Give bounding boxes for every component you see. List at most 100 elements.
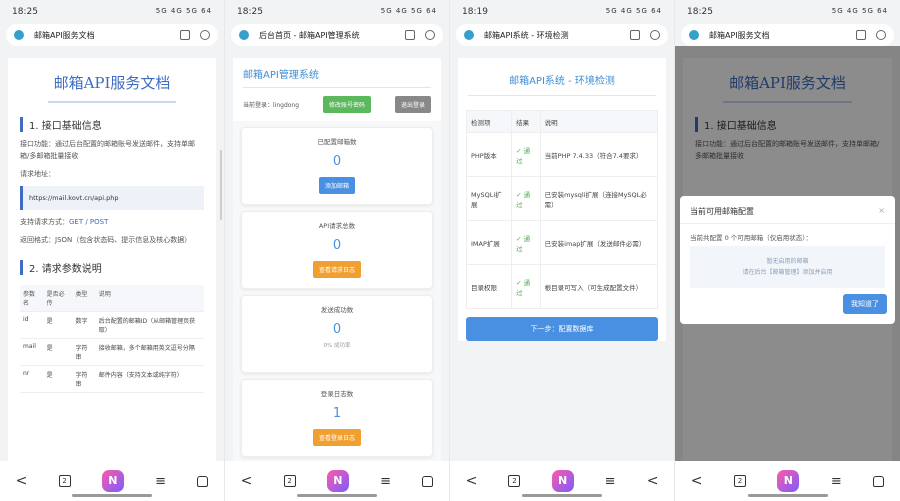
home-icon[interactable] [873, 475, 885, 487]
phone-panel-doc: 18:25 5G 4G 5G 64 邮箱API服务文档 邮箱API服务文档 1. … [0, 0, 224, 501]
phone-panel-env: 18:19 5G 4G 5G 64 邮箱API系统 - 环境检测 邮箱API系统 … [450, 0, 674, 501]
change-password-button[interactable]: 修改账号密码 [322, 96, 371, 113]
table-row: MySQLi扩展 ✓ 通过 已安装mysqli扩展（连接MySQL必需） [465, 176, 659, 221]
ai-assistant-icon[interactable]: N [777, 470, 800, 492]
stat-label: 登录日志数 [320, 390, 354, 398]
menu-icon[interactable]: ≡ [155, 474, 166, 489]
cell: 已安装imap扩展（发送邮件必需） [539, 220, 659, 265]
tabs-icon[interactable]: 2 [283, 475, 296, 487]
status-bar: 18:19 5G 4G 5G 64 [450, 0, 674, 24]
cell: 是 [43, 365, 73, 393]
stat-value: 0 [332, 154, 342, 169]
status-bar: 18:25 5G 4G 5G 64 [675, 0, 900, 24]
ai-assistant-icon[interactable]: N [326, 470, 349, 492]
back-icon[interactable]: < [647, 473, 659, 489]
ai-assistant-icon[interactable]: N [101, 470, 124, 492]
cell: id [20, 311, 44, 339]
admin-title: 邮箱API管理系统 [243, 66, 431, 88]
logout-button[interactable]: 退出登录 [394, 96, 431, 113]
menu-icon[interactable]: ≡ [380, 474, 391, 489]
next-step-button[interactable]: 下一步：配置数据库 [466, 317, 658, 341]
close-icon[interactable]: × [878, 206, 885, 215]
shield-icon [239, 30, 249, 40]
status-pass: ✓ 通过 [511, 132, 541, 177]
status-pass: ✓ 通过 [511, 220, 541, 265]
refresh-icon[interactable] [876, 30, 886, 40]
gesture-handle [522, 494, 602, 497]
status-pass: ✓ 通过 [511, 264, 541, 309]
menu-icon[interactable]: ≡ [605, 474, 616, 489]
status-time: 18:25 [237, 7, 263, 17]
view-request-log-button[interactable]: 查看请求日志 [312, 261, 361, 278]
cell: 后台配置的邮箱ID（从邮箱管理页获取） [95, 311, 204, 339]
address-bar[interactable]: 邮箱API服务文档 [6, 24, 218, 46]
back-icon[interactable]: < [691, 473, 703, 489]
stat-value: 0 [332, 238, 342, 253]
col-header: 检测项 [465, 110, 513, 133]
stat-label: API请求总数 [318, 222, 356, 230]
ai-assistant-icon[interactable]: N [551, 470, 574, 492]
col-header: 参数名 [20, 285, 44, 312]
col-header: 说明 [95, 285, 204, 312]
status-signal: 5G 4G 5G 64 [831, 7, 888, 15]
stat-card-success: 发送成功数 0 0% 成功率 [241, 295, 433, 373]
cell: 接收邮箱，多个邮箱用英文逗号分隔 [95, 338, 204, 366]
cell: 是 [43, 338, 73, 366]
refresh-icon[interactable] [425, 30, 435, 40]
add-mailbox-button[interactable]: 添加邮箱 [318, 177, 355, 194]
status-signal: 5G 4G 5G 64 [380, 7, 437, 15]
home-icon[interactable] [197, 475, 209, 487]
col-header: 结果 [511, 110, 541, 133]
back-icon[interactable]: < [466, 473, 478, 489]
address-bar[interactable]: 后台首页 - 邮箱API管理系统 [231, 24, 443, 46]
table-row: id 是数字 后台配置的邮箱ID（从邮箱管理页获取） [20, 311, 204, 339]
param-table: 参数名 是否必传 类型 说明 id 是数字 后台配置的邮箱ID（从邮箱管理页获取） mai… [20, 285, 204, 393]
empty-hint: 请在后台【邮箱管理】添加并启用 [742, 269, 833, 276]
gesture-handle [72, 494, 152, 497]
page-url-title: 邮箱API服务文档 [709, 30, 770, 40]
status-signal: 5G 4G 5G 64 [605, 7, 662, 15]
add-tab-icon[interactable] [405, 30, 415, 40]
tabs-icon[interactable]: 2 [58, 475, 71, 487]
success-rate: 0% 成功率 [323, 343, 351, 349]
shield-icon [14, 30, 24, 40]
section-heading: 2. 请求参数说明 [20, 260, 204, 275]
current-user: 当前登录：lingdong [243, 102, 300, 109]
home-icon[interactable] [422, 475, 434, 487]
admin-header: 邮箱API管理系统 当前登录：lingdong 修改账号密码 退出登录 [233, 58, 441, 121]
add-tab-icon[interactable] [630, 30, 640, 40]
status-pass: ✓ 通过 [511, 176, 541, 221]
mailbox-modal: 当前可用邮箱配置 × 当前共配置 0 个可用邮箱（仅启用状态）： 暂无启用的邮箱请… [680, 196, 895, 324]
gesture-handle [747, 494, 828, 497]
method-label: 支持请求方式： [20, 218, 69, 226]
menu-icon[interactable]: ≡ [831, 474, 842, 489]
stat-card-mailboxes: 已配置邮箱数 0 添加邮箱 [241, 127, 433, 205]
stat-card-logins: 登录日志数 1 查看登录日志 [241, 379, 433, 457]
back-icon[interactable]: < [16, 473, 28, 489]
cell: 数字 [72, 311, 96, 339]
cell: 已安装mysqli扩展（连接MySQL必需） [539, 176, 659, 221]
status-signal: 5G 4G 5G 64 [155, 7, 212, 15]
got-it-button[interactable]: 我知道了 [843, 294, 887, 314]
view-login-log-button[interactable]: 查看登录日志 [312, 429, 361, 446]
cell: nr [20, 365, 44, 393]
env-page: 邮箱API系统 - 环境检测 检测项 结果 说明 PHP版本 ✓ 通过 当前PHP 7.… [458, 58, 666, 341]
address-bar[interactable]: 邮箱API服务文档 [681, 24, 894, 46]
status-bar: 18:25 5G 4G 5G 64 [225, 0, 449, 24]
refresh-icon[interactable] [200, 30, 210, 40]
address-bar[interactable]: 邮箱API系统 - 环境检测 [456, 24, 668, 46]
stat-value: 1 [332, 406, 342, 421]
status-time: 18:19 [462, 7, 488, 17]
cell: mail [20, 338, 44, 366]
method-line: 支持请求方式：GET / POST [20, 216, 204, 228]
add-tab-icon[interactable] [856, 30, 866, 40]
back-icon[interactable]: < [241, 473, 253, 489]
refresh-icon[interactable] [650, 30, 660, 40]
section-heading: 1. 接口基础信息 [20, 117, 204, 132]
tabs-icon[interactable]: 2 [733, 475, 746, 487]
modal-header: 当前可用邮箱配置 × [680, 196, 895, 224]
scrollbar[interactable] [220, 150, 222, 220]
cell: 是 [43, 311, 73, 339]
add-tab-icon[interactable] [180, 30, 190, 40]
tabs-icon[interactable]: 2 [508, 475, 521, 487]
